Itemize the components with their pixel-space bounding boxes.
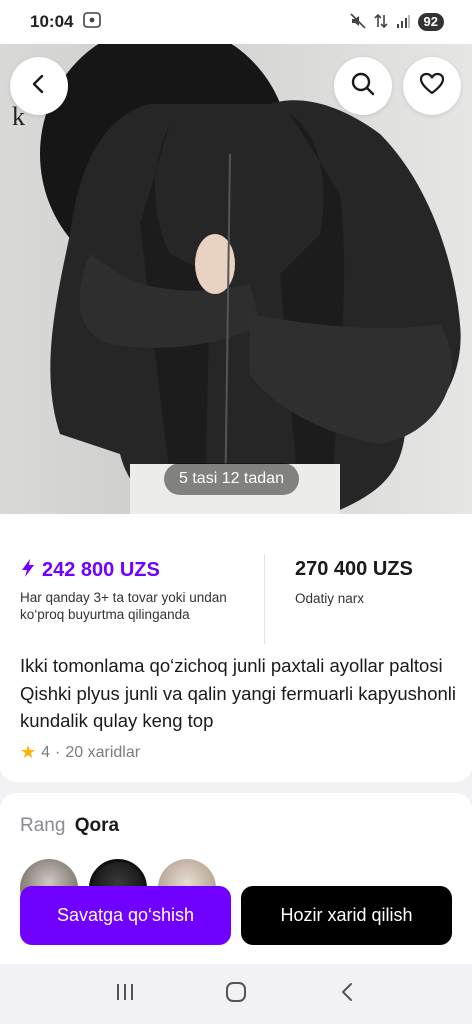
heart-icon (419, 72, 445, 101)
product-image[interactable]: k (0, 44, 472, 514)
search-icon (350, 71, 376, 102)
regular-price: 270 400 UZS (295, 558, 413, 580)
product-title: Ikki tomonlama qo‘zichoq junli paxtali a… (20, 655, 456, 731)
color-label: Rang (20, 815, 66, 836)
system-back-icon (339, 981, 355, 1008)
home-button[interactable] (216, 974, 256, 1014)
status-time: 10:04 (30, 12, 74, 31)
signal-icon (396, 14, 410, 31)
back-button[interactable] (10, 57, 68, 115)
promo-price-block: 242 800 UZS Har qanday 3+ ta tovar yoki … (20, 558, 250, 623)
search-button[interactable] (334, 57, 392, 115)
data-icon (373, 13, 388, 32)
regular-price-note: Odatiy narx (295, 591, 365, 606)
rating-separator: · (55, 743, 61, 761)
rating-row[interactable]: ★ 4 · 20 xaridlar (20, 742, 140, 763)
recent-apps-button[interactable] (105, 974, 145, 1014)
home-icon (225, 981, 247, 1008)
lightning-icon (20, 558, 36, 583)
image-counter: 5 tasi 12 tadan (164, 463, 299, 495)
star-icon: ★ (20, 742, 37, 762)
regular-price-block: 270 400 UZS Odatiy narx (295, 558, 413, 606)
rating-value: 4 (41, 743, 51, 761)
selected-color: Qora (74, 815, 120, 836)
recent-apps-icon (114, 982, 136, 1007)
system-nav-bar (0, 964, 472, 1024)
promo-note: Har qanday 3+ ta tovar yoki undan ko‘pro… (20, 590, 227, 622)
product-jacket-illustration (50, 100, 461, 514)
buy-now-button[interactable]: Hozir xarid qilish (241, 886, 452, 945)
purchase-count: 20 xaridlar (65, 743, 141, 761)
action-bar: Savatga qo‘shish Hozir xarid qilish (0, 878, 472, 964)
screenshot-icon (83, 11, 102, 33)
promo-price: 242 800 UZS (42, 559, 160, 581)
system-back-button[interactable] (327, 974, 367, 1014)
mute-icon (349, 12, 366, 32)
favorite-button[interactable] (403, 57, 461, 115)
back-arrow-icon (28, 73, 50, 100)
add-to-cart-button[interactable]: Savatga qo‘shish (20, 886, 231, 945)
product-info-card: 242 800 UZS Har qanday 3+ ta tovar yoki … (0, 514, 472, 782)
color-selector-label: Rang Qora (20, 815, 119, 837)
battery-icon: 92 (417, 13, 444, 31)
status-bar: 10:04 92 (0, 0, 472, 44)
price-divider (264, 554, 265, 644)
